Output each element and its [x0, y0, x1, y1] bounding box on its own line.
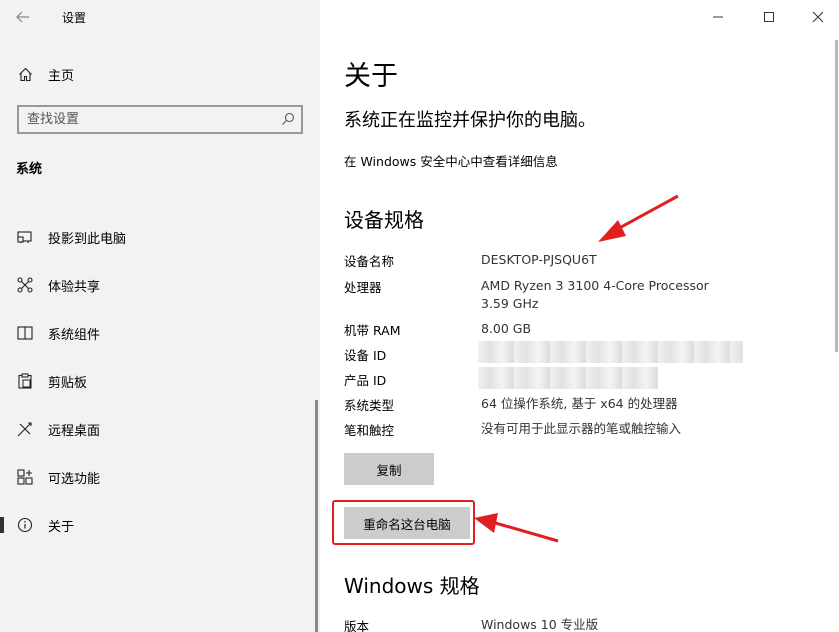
annotation-arrow-rename: [474, 513, 559, 543]
close-icon: [812, 11, 824, 23]
spec-key: 版本: [344, 619, 370, 632]
main-content: 关于 系统正在监控并保护你的电脑。 在 Windows 安全中心中查看详细信息 …: [320, 0, 839, 632]
page-title: 关于: [344, 61, 398, 92]
share-experience-icon: [17, 277, 33, 293]
info-icon: [17, 517, 33, 533]
spec-key: 处理器: [344, 280, 382, 295]
app-title: 设置: [62, 11, 87, 25]
redacted-device-id: [478, 341, 743, 363]
sidebar-item-label: 远程桌面: [48, 423, 101, 439]
sidebar-item-label: 投影到此电脑: [48, 231, 127, 247]
sidebar-item-label: 体验共享: [48, 279, 101, 295]
sidebar-item-clipboard[interactable]: 剪贴板: [0, 361, 316, 401]
spec-value: DESKTOP-PJSQU6T: [481, 252, 597, 267]
close-button[interactable]: [803, 6, 833, 28]
sidebar-item-label: 系统组件: [48, 327, 101, 343]
redacted-product-id: [478, 367, 658, 389]
spec-value-line2: 3.59 GHz: [481, 296, 539, 311]
windows-specs-heading: Windows 规格: [344, 574, 480, 598]
optional-features-icon: [17, 469, 33, 485]
remote-desktop-icon: [17, 421, 33, 437]
spec-key: 机带 RAM: [344, 323, 401, 338]
spec-value: 64 位操作系统, 基于 x64 的处理器: [481, 396, 678, 411]
annotation-arrow-device-name: [598, 194, 679, 242]
projector-icon: [17, 229, 33, 245]
sidebar-item-label: 可选功能: [48, 471, 101, 487]
sidebar-titlebar: 设置: [0, 0, 320, 34]
spec-key: 设备名称: [344, 254, 395, 269]
sidebar-item-remote-desktop[interactable]: 远程桌面: [0, 409, 316, 449]
sidebar-item-label: 剪贴板: [48, 375, 88, 391]
rename-pc-button[interactable]: 重命名这台电脑: [344, 507, 470, 539]
spec-value: 没有可用于此显示器的笔或触控输入: [481, 421, 682, 436]
search-icon[interactable]: [281, 112, 295, 126]
device-specs-heading: 设备规格: [344, 208, 424, 232]
sidebar-item-projecting[interactable]: 投影到此电脑: [0, 217, 316, 257]
sidebar-item-system-components[interactable]: 系统组件: [0, 313, 316, 353]
security-center-link[interactable]: 在 Windows 安全中心中查看详细信息: [344, 151, 558, 170]
sidebar-item-home[interactable]: 主页: [0, 60, 320, 88]
spec-key: 系统类型: [344, 398, 395, 413]
sidebar: 设置 主页 系统 投影到此电脑 体验共享 系统组件: [0, 0, 320, 632]
sidebar-item-about[interactable]: 关于: [0, 505, 316, 545]
copy-button[interactable]: 复制: [344, 453, 434, 485]
maximize-button[interactable]: [754, 6, 784, 28]
home-icon: [17, 66, 33, 82]
spec-value: AMD Ryzen 3 3100 4-Core Processor: [481, 278, 709, 293]
sidebar-item-optional-features[interactable]: 可选功能: [0, 457, 316, 497]
maximize-icon: [764, 12, 774, 22]
clipboard-icon: [17, 373, 33, 389]
sidebar-item-shared-experiences[interactable]: 体验共享: [0, 265, 316, 305]
protection-status: 系统正在监控并保护你的电脑。: [344, 110, 596, 131]
back-button[interactable]: [12, 6, 34, 28]
spec-key: 设备 ID: [344, 348, 387, 363]
spec-key: 笔和触控: [344, 423, 395, 438]
sidebar-item-label: 关于: [48, 519, 75, 535]
sidebar-item-label: 主页: [48, 68, 75, 84]
sidebar-scrollbar[interactable]: [315, 400, 318, 632]
minimize-icon: [713, 16, 723, 18]
search-input[interactable]: [27, 111, 267, 128]
back-arrow-icon: [16, 11, 29, 23]
search-box[interactable]: [17, 105, 303, 134]
spec-value: Windows 10 专业版: [481, 617, 599, 632]
system-components-icon: [17, 325, 33, 341]
sidebar-section-label: 系统: [16, 162, 43, 177]
spec-value: 8.00 GB: [481, 321, 532, 336]
main-scrollbar[interactable]: [835, 40, 838, 352]
spec-key: 产品 ID: [344, 373, 387, 388]
minimize-button[interactable]: [703, 6, 733, 28]
